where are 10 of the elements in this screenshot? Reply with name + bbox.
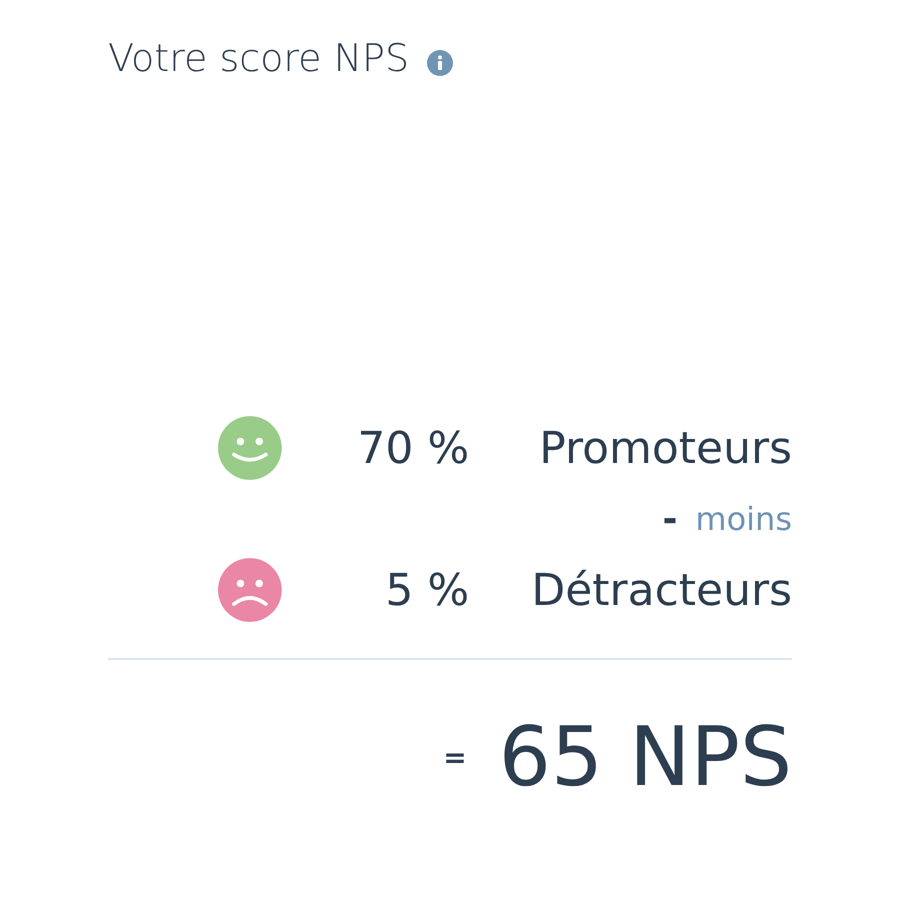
percentage: 70 % [356, 422, 470, 474]
minus-sign: - [662, 498, 678, 540]
card-title: Votre score NPS [108, 36, 410, 80]
category-label: Promoteurs [538, 422, 792, 474]
equals-sign: = [443, 741, 467, 774]
percentage: 5 % [384, 564, 470, 616]
category-label: Détracteurs [530, 564, 792, 616]
operator-label: moins [695, 500, 792, 538]
nps-score: 65 NPS [498, 710, 792, 805]
info-icon[interactable] [427, 50, 454, 76]
